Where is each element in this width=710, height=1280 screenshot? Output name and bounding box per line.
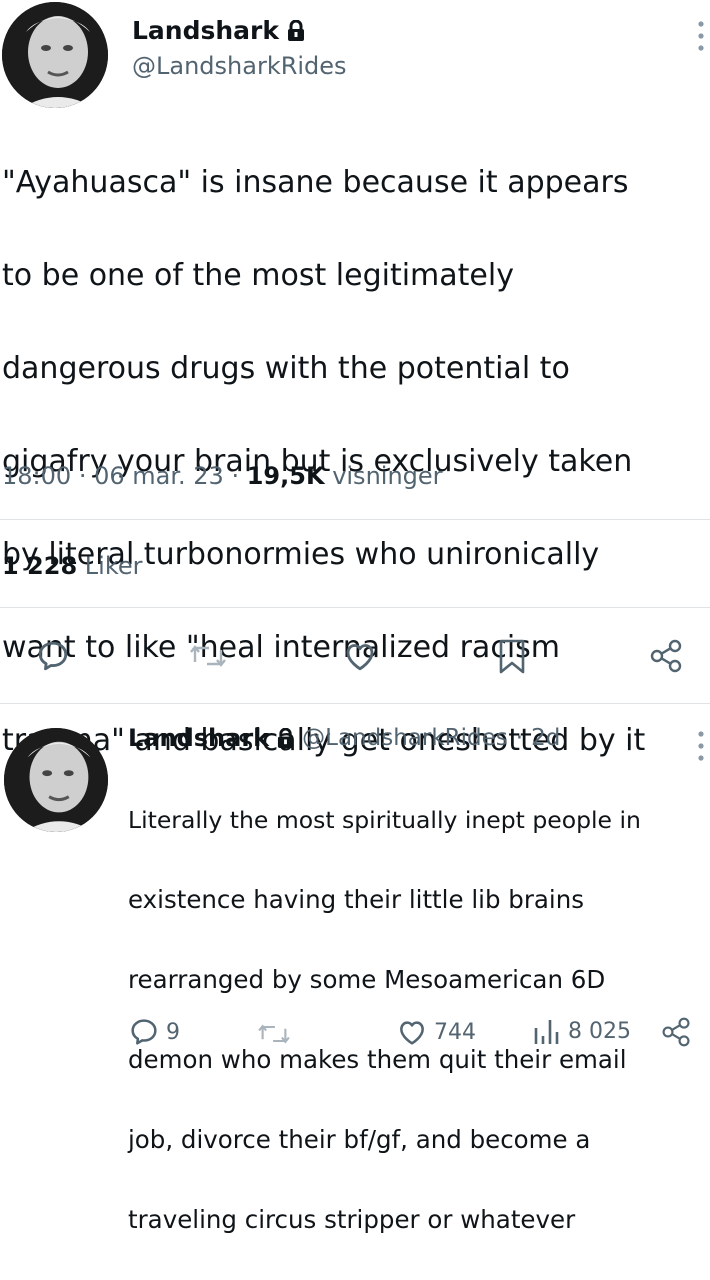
reply-line: rearranged by some Mesoamerican 6D (128, 965, 606, 994)
views-count: 19,5K (246, 462, 325, 490)
reply-count: 9 (166, 1019, 180, 1045)
reply-separator: · (515, 725, 524, 751)
retweet-icon[interactable] (190, 640, 226, 672)
author-name[interactable]: Landshark (132, 16, 305, 45)
reply-line: Literally the most spiritually inept peo… (128, 806, 641, 834)
reply-age[interactable]: 2d (531, 725, 560, 751)
lock-icon (278, 727, 294, 748)
author-handle[interactable]: @LandsharkRides (132, 52, 347, 80)
lock-icon (288, 19, 304, 41)
avatar-portrait-icon (4, 728, 108, 832)
meta-separator: · (231, 462, 240, 490)
tweet-line: "Ayahuasca" is insane because it appears (2, 164, 629, 200)
reply-icon[interactable] (35, 638, 71, 674)
reply-author-name[interactable]: Landshark (128, 724, 269, 752)
tweet-time[interactable]: 18:00 (2, 462, 71, 490)
reply-reply-button[interactable]: 9 (128, 1016, 180, 1048)
reply-line: existence having their little lib brains (128, 885, 585, 914)
tweet-line: dangerous drugs with the potential to (2, 350, 570, 386)
divider (0, 703, 710, 704)
like-icon[interactable] (342, 638, 378, 674)
reply-share-icon[interactable] (660, 1016, 692, 1048)
reply-author-avatar[interactable] (4, 728, 108, 832)
reply-author-handle[interactable]: @LandsharkRides (302, 725, 508, 751)
views-count: 8 025 (568, 1018, 631, 1044)
reply-line: job, divorce their bf/gf, and become a (128, 1125, 591, 1154)
bookmark-icon[interactable] (497, 638, 527, 676)
reply-line: traveling circus stripper or whatever (128, 1205, 576, 1234)
avatar-portrait-icon (2, 2, 108, 108)
meta-separator: · (78, 462, 87, 490)
tweet-meta: 18:00 · 06 mar. 23 · 19,5K visninger (2, 462, 443, 490)
reply-like-button[interactable]: 744 (396, 1016, 476, 1048)
reply-icon (131, 1019, 157, 1045)
likes-count: 1 228 (2, 552, 78, 580)
reply-views-button[interactable]: 8 025 (532, 1016, 631, 1046)
tweet-line: to be one of the most legitimately (2, 257, 514, 293)
author-name-text: Landshark (132, 16, 279, 45)
views-icon (534, 1020, 559, 1044)
like-count: 744 (434, 1019, 476, 1045)
more-options-icon[interactable] (695, 18, 707, 54)
likes-label: Liker (84, 552, 143, 580)
share-icon[interactable] (648, 638, 684, 674)
tweet-date[interactable]: 06 mar. 23 (94, 462, 224, 490)
views-label: visninger (332, 462, 443, 490)
like-icon (400, 1021, 424, 1045)
reply-retweet-icon[interactable] (258, 1020, 290, 1048)
reply-header: Landshark @LandsharkRides · 2d (128, 724, 560, 752)
likes-row[interactable]: 1 228 Liker (2, 552, 143, 580)
divider (0, 607, 710, 608)
divider (0, 519, 710, 520)
reply-more-options-icon[interactable] (695, 728, 707, 764)
author-avatar[interactable] (2, 2, 108, 108)
